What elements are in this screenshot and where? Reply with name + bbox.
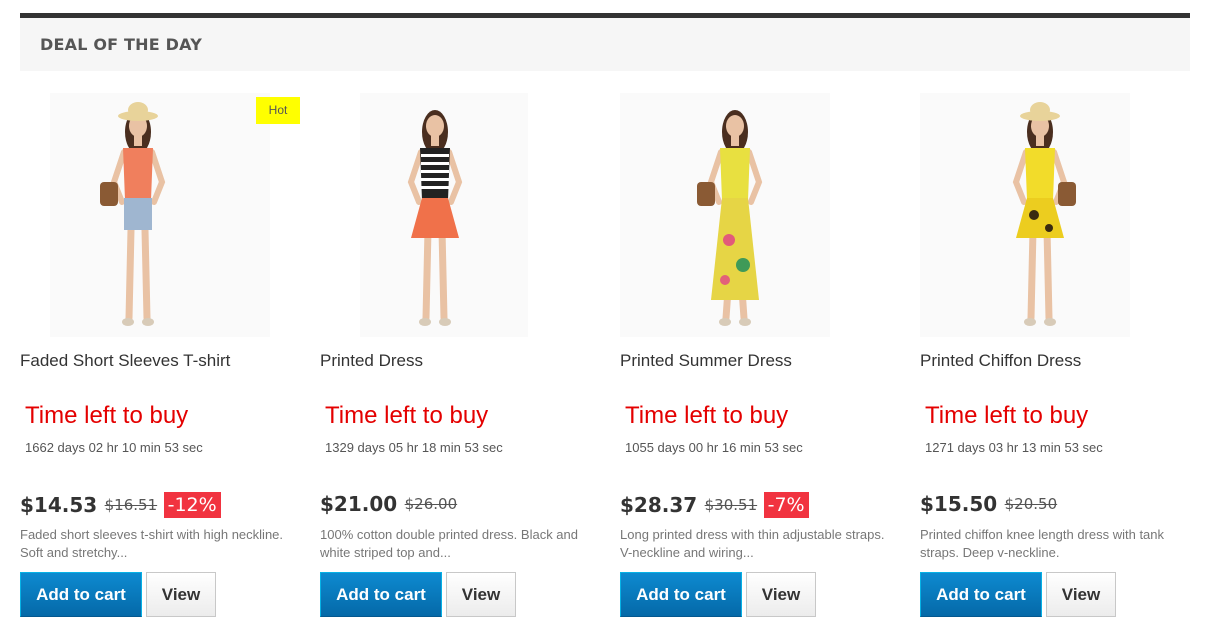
view-button[interactable]: View [1046,572,1116,617]
view-button[interactable]: View [146,572,216,617]
product-image-figure [920,90,1200,340]
countdown-title: Time left to buy [625,402,789,429]
product-image[interactable] [620,90,900,340]
discount-badge: -12% [163,492,221,518]
view-button[interactable]: View [746,572,816,617]
product-description: Faded short sleeves t-shirt with high ne… [20,527,284,560]
old-price: $20.50 [1004,495,1058,513]
price: $21.00 [320,492,398,516]
product-image[interactable] [320,90,600,340]
discount-badge: -7% [763,492,809,518]
product-image-figure [620,90,900,340]
countdown-timer: 1662 days 02 hr 10 min 53 sec [25,440,203,455]
deal-of-the-day-header: DEAL OF THE DAY [20,13,1190,71]
price-row: $28.37 $30.51 -7% [620,492,809,520]
countdown-timer: 1329 days 05 hr 18 min 53 sec [325,440,503,455]
price-row: $15.50 $20.50 [920,492,1057,520]
product-description: Printed chiffon knee length dress with t… [920,527,1165,560]
countdown-timer: 1055 days 00 hr 16 min 53 sec [625,440,803,455]
add-to-cart-button[interactable]: Add to cart [920,572,1042,617]
old-price: $26.00 [404,495,458,513]
product-name[interactable]: Faded Short Sleeves T-shirt [20,351,230,371]
price-row: $14.53 $16.51 -12% [20,492,221,520]
product-description: Long printed dress with thin adjustable … [620,527,885,560]
product-image[interactable]: Hot [20,90,300,340]
product-card: Printed Dress Time left to buy 1329 days… [320,90,620,630]
countdown-timer: 1271 days 03 hr 13 min 53 sec [925,440,1103,455]
price: $28.37 [620,493,698,517]
price: $15.50 [920,492,998,516]
price: $14.53 [20,493,98,517]
add-to-cart-button[interactable]: Add to cart [620,572,742,617]
product-image-figure [20,90,300,340]
product-image-figure [320,90,600,340]
product-name[interactable]: Printed Dress [320,351,423,371]
countdown-title: Time left to buy [925,402,1089,429]
product-card: Printed Chiffon Dress Time left to buy 1… [920,90,1216,630]
product-image[interactable] [920,90,1200,340]
product-name[interactable]: Printed Summer Dress [620,351,792,371]
section-title: DEAL OF THE DAY [40,35,202,54]
price-row: $21.00 $26.00 [320,492,457,520]
view-button[interactable]: View [446,572,516,617]
hot-badge: Hot [256,97,300,124]
old-price: $16.51 [104,496,158,514]
product-card: Hot Faded Short Sleeves T-shirt Time lef… [20,90,320,630]
old-price: $30.51 [704,496,758,514]
add-to-cart-button[interactable]: Add to cart [320,572,442,617]
product-description: 100% cotton double printed dress. Black … [320,527,579,560]
countdown-title: Time left to buy [25,402,189,429]
countdown-title: Time left to buy [325,402,489,429]
product-card: Printed Summer Dress Time left to buy 10… [620,90,920,630]
add-to-cart-button[interactable]: Add to cart [20,572,142,617]
product-name[interactable]: Printed Chiffon Dress [920,351,1081,371]
